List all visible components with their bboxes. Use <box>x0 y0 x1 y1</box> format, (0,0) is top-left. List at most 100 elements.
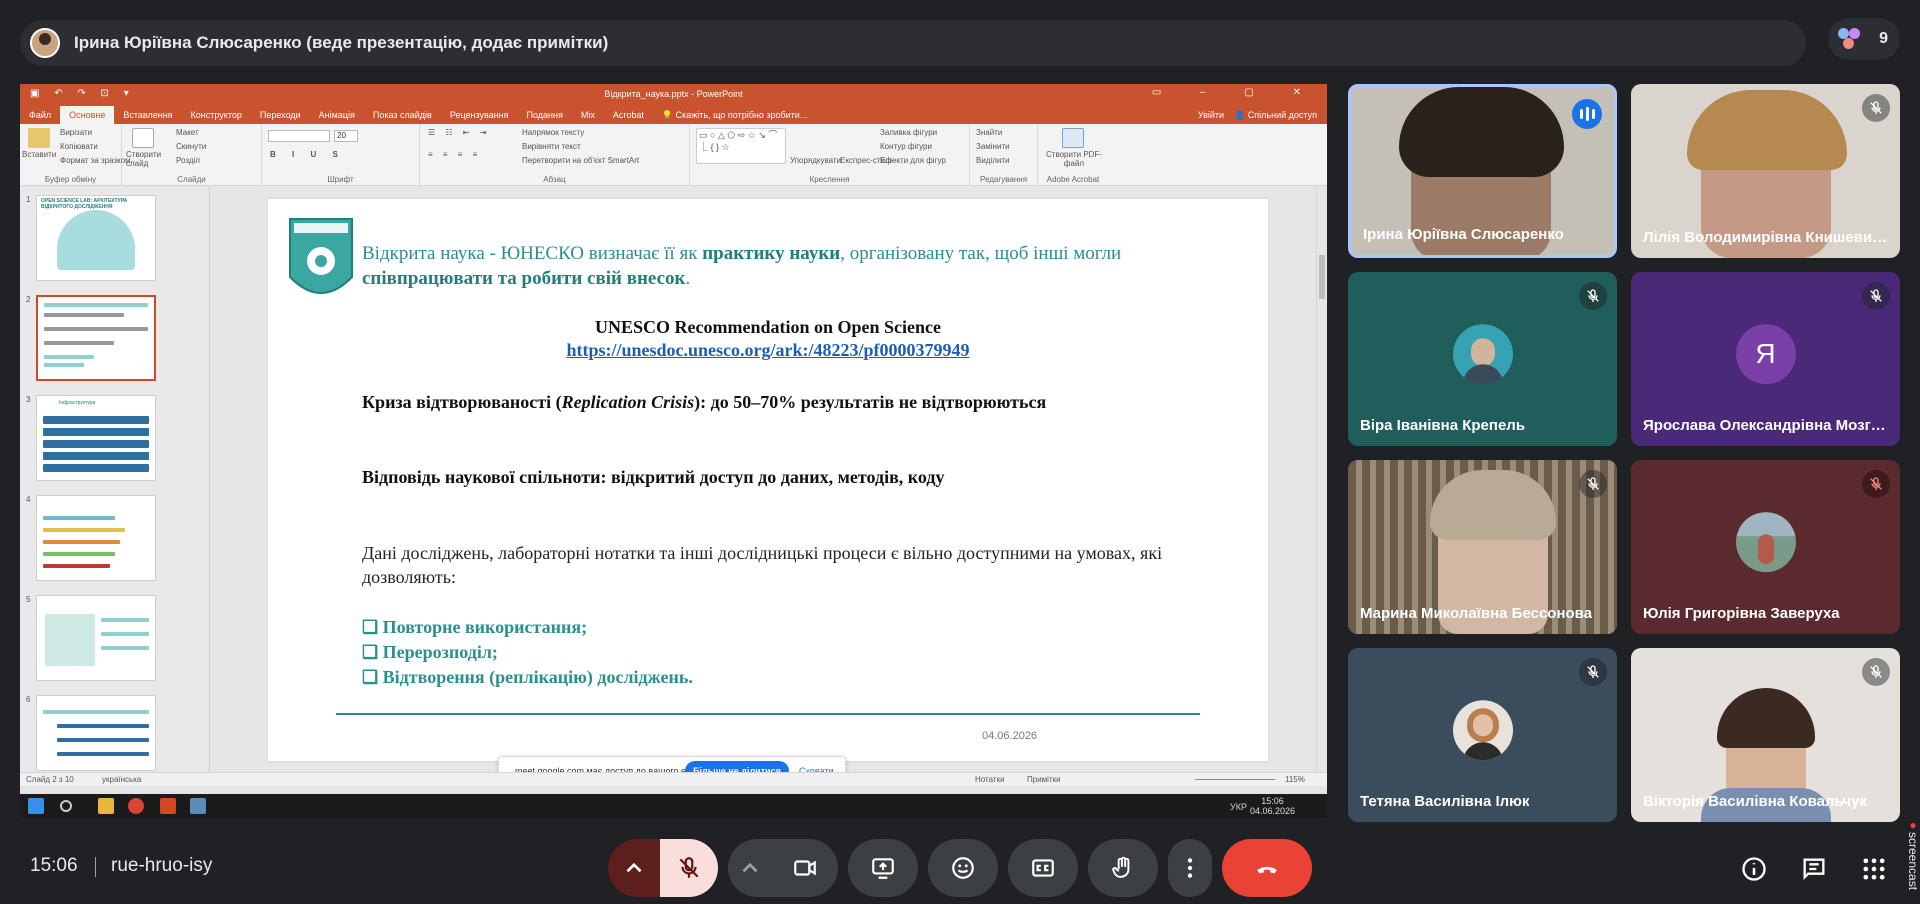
app-icon[interactable] <box>190 798 206 814</box>
tab-transitions[interactable]: Переходи <box>251 106 310 124</box>
meeting-code: rue-hruo-isy <box>111 855 213 876</box>
chat-button[interactable] <box>1800 855 1828 883</box>
new-slide-icon[interactable] <box>132 128 154 148</box>
tab-mix[interactable]: Mix <box>572 106 604 124</box>
chrome-icon[interactable] <box>128 798 144 814</box>
shape-outline-button[interactable]: Контур фігури <box>880 142 932 151</box>
participant-tile[interactable]: Лілія Володимирівна Книшевицька <box>1631 84 1900 258</box>
reset-button[interactable]: Скинути <box>176 142 206 151</box>
raise-hand-button[interactable] <box>1088 839 1158 897</box>
reactions-button[interactable] <box>928 839 998 897</box>
meeting-info-button[interactable] <box>1740 855 1768 883</box>
scrollbar-thumb[interactable] <box>1319 255 1325 299</box>
zoom-level[interactable]: 115% <box>1285 775 1305 784</box>
list-icons[interactable]: ☰ ☷ ⇤ ⇥ <box>428 128 490 137</box>
shape-effects-button[interactable]: Ефекти для фігур <box>880 156 946 165</box>
participant-tile[interactable]: Ірина Юріївна Слюсаренко <box>1348 84 1617 258</box>
align-text-button[interactable]: Вирівняти текст <box>522 142 581 151</box>
tab-view[interactable]: Подання <box>518 106 572 124</box>
slide-counter: Слайд 2 з 10 <box>26 775 74 784</box>
thumb-line <box>44 341 114 345</box>
slide-thumbnail-1[interactable]: OPEN SCIENCE LAB: АРХІТЕКТУРА ВІДКРИТОГО… <box>36 195 156 281</box>
audio-options-button[interactable] <box>608 839 660 897</box>
activities-button[interactable] <box>1860 855 1888 883</box>
paste-icon[interactable] <box>28 128 50 148</box>
slide-thumbnail-4[interactable] <box>36 495 156 581</box>
thumb-line <box>101 646 149 650</box>
bullet-item: ❑ Повторне використання; <box>362 617 588 637</box>
pdf-icon[interactable] <box>1062 128 1084 148</box>
window-controls[interactable]: ▭ – ▢ ✕ <box>1152 87 1319 98</box>
slide-thumbnail-6[interactable] <box>36 695 156 771</box>
tab-slideshow[interactable]: Показ слайдів <box>364 106 441 124</box>
participant-tile[interactable]: Тетяна Василівна Ілюк <box>1348 648 1617 822</box>
shapes-gallery[interactable]: ▭ ○ △ ⬠ ⇨ ☆ ↘ ⌒ ⎿ { } ☆ <box>696 128 786 164</box>
thumb-line <box>101 618 149 622</box>
tell-me-box[interactable]: 💡 Скажіть, що потрібно зробити... <box>653 106 816 124</box>
reference-link[interactable]: https://unesdoc.unesco.org/ark:/48223/pf… <box>268 340 1268 361</box>
replication-crisis-text: Криза відтворюваності (Replication Crisi… <box>362 392 1046 413</box>
zoom-slider[interactable] <box>1195 779 1275 780</box>
participant-tile[interactable]: Марина Миколаївна Бессонова <box>1348 460 1617 634</box>
notes-button[interactable]: Нотатки <box>975 775 1005 784</box>
more-options-button[interactable] <box>1168 839 1212 897</box>
participant-tile[interactable]: Юлія Григорівна Заверуха <box>1631 460 1900 634</box>
thumb-line <box>43 528 125 532</box>
captions-button[interactable] <box>1008 839 1078 897</box>
slide-thumbnail-5[interactable] <box>36 595 156 681</box>
paste-label[interactable]: Вставити <box>22 150 56 159</box>
replace-button[interactable]: Замінити <box>976 142 1010 151</box>
font-size-box[interactable]: 20 <box>334 130 358 142</box>
search-icon[interactable] <box>60 800 72 812</box>
align-icons[interactable]: ≡ ≡ ≡ ≡ <box>428 150 481 159</box>
file-explorer-icon[interactable] <box>98 798 114 814</box>
convert-smartart-button[interactable]: Перетворити на об'єкт SmartArt <box>522 156 639 165</box>
powerpoint-icon[interactable] <box>160 798 176 814</box>
participant-name: Ірина Юріївна Слюсаренко <box>1363 226 1564 243</box>
tab-insert[interactable]: Вставлення <box>114 106 181 124</box>
tab-acrobat[interactable]: Acrobat <box>604 106 653 124</box>
sign-in-link[interactable]: Увійти <box>1198 110 1224 121</box>
slide-scrollbar[interactable] <box>1316 187 1327 772</box>
select-button[interactable]: Виділити <box>976 156 1010 165</box>
slide-thumbnail-2[interactable] <box>36 295 156 381</box>
slide-thumbnail-3[interactable]: Інфраструктура <box>36 395 156 481</box>
system-tray-lang[interactable]: УКР <box>1230 802 1247 812</box>
create-pdf-button[interactable]: Створити PDF-файл <box>1046 150 1102 168</box>
comments-button[interactable]: Примітки <box>1027 775 1061 784</box>
font-format-icons[interactable]: B I U S <box>270 150 345 159</box>
participant-tile[interactable]: Віра Іванівна Крепель <box>1348 272 1617 446</box>
share-link[interactable]: 👤 Спільний доступ <box>1234 110 1317 121</box>
language-indicator[interactable]: українська <box>102 775 141 784</box>
layout-button[interactable]: Макет <box>176 128 199 137</box>
find-button[interactable]: Знайти <box>976 128 1002 137</box>
font-name-box[interactable] <box>268 130 330 142</box>
hand-icon <box>1112 856 1130 878</box>
shape-fill-button[interactable]: Заливка фігури <box>880 128 937 137</box>
text-direction-button[interactable]: Напрямок тексту <box>522 128 584 137</box>
chevron-up-icon <box>626 862 642 873</box>
present-screen-button[interactable] <box>848 839 918 897</box>
windows-start-icon[interactable] <box>28 798 44 814</box>
format-painter-button[interactable]: Формат за зразком <box>60 156 131 165</box>
participants-button[interactable]: 9 <box>1828 18 1900 60</box>
tab-design[interactable]: Конструктор <box>182 106 251 124</box>
mic-toggle-button[interactable] <box>660 839 718 897</box>
camera-toggle-button[interactable] <box>772 839 838 897</box>
tab-review[interactable]: Рецензування <box>441 106 518 124</box>
copy-button[interactable]: Копіювати <box>60 142 98 151</box>
leave-call-button[interactable] <box>1222 839 1312 897</box>
tab-home[interactable]: Основне <box>60 106 115 124</box>
participant-tile[interactable]: Я Ярослава Олександрівна Мозгова <box>1631 272 1900 446</box>
participant-tile[interactable]: Вікторія Василівна Ковальчук <box>1631 648 1900 822</box>
tab-file[interactable]: Файл <box>20 106 60 124</box>
cut-button[interactable]: Вирізати <box>60 128 92 137</box>
tab-animations[interactable]: Анімація <box>310 106 364 124</box>
new-slide-button[interactable]: Створити слайд <box>126 150 166 168</box>
arrange-button[interactable]: Упорядкувати <box>790 156 841 165</box>
thumb-art <box>57 210 135 270</box>
current-slide[interactable]: Відкрита наука - ЮНЕСКО визначає її як п… <box>268 199 1268 761</box>
editing-group-label: Редагування <box>979 175 1028 184</box>
section-button[interactable]: Розділ <box>176 156 200 165</box>
video-options-button[interactable] <box>728 839 772 897</box>
